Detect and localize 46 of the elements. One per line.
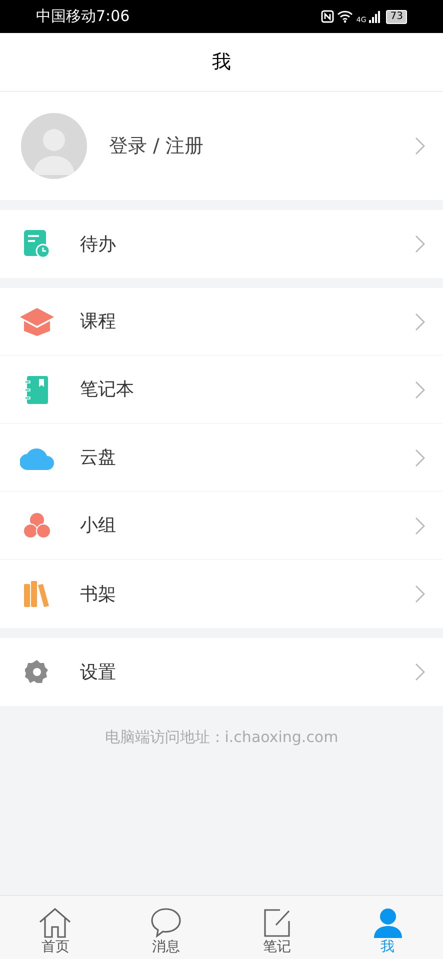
menu-item[interactable]: 笔记本 [0,356,443,424]
books-icon [24,581,50,607]
nav-tab[interactable]: 消息 [110,896,222,959]
menu-item[interactable]: 待办 [0,210,443,278]
menu-item[interactable]: 课程 [0,288,443,356]
signal-icon [369,10,382,22]
chevron-right-icon [415,380,425,398]
nav-tab[interactable]: 首页 [0,896,111,959]
graduation-cap-icon [20,308,54,336]
menu-item[interactable]: 设置 [0,638,443,706]
three-circles-icon [23,512,51,540]
chevron-right-icon [415,448,425,466]
menu-label: 云盘 [80,446,116,470]
menu-label: 笔记本 [80,378,134,402]
chevron-right-icon [415,235,425,253]
carrier-name: 中国移动 [36,6,96,28]
clipboard-clock-icon [24,230,50,258]
menu-label: 设置 [80,660,116,684]
web-address-note: 电脑端访问地址：i.chaoxing.com [104,727,338,748]
home-icon [38,908,72,938]
login-label: 登录 / 注册 [109,134,204,159]
speech-bubble-icon [150,908,182,938]
menu-label: 待办 [80,232,116,256]
chevron-right-icon [415,516,425,534]
settings-icon [25,660,49,684]
nfc-icon [321,10,334,23]
person-icon [372,908,403,938]
nav-tab[interactable]: 笔记 [222,896,332,959]
menu-item[interactable]: 小组 [0,492,443,560]
battery-level: 73 [386,10,407,24]
menu-label: 书架 [80,582,116,606]
clock-time: 7:06 [96,6,130,28]
chevron-right-icon [415,312,425,330]
chevron-right-icon [415,137,425,155]
login-row[interactable]: 登录 / 注册 [0,92,443,200]
edit-square-icon [262,908,292,938]
wifi-icon [337,10,354,23]
chevron-right-icon [415,663,425,681]
page-title: 我 [212,50,231,75]
menu-item[interactable]: 书架 [0,560,443,628]
menu-item[interactable]: 云盘 [0,424,443,492]
notebook-icon [25,376,49,404]
cloud-icon [20,446,54,470]
chevron-right-icon [415,585,425,603]
menu-label: 小组 [80,514,116,538]
menu-label: 课程 [80,310,116,334]
